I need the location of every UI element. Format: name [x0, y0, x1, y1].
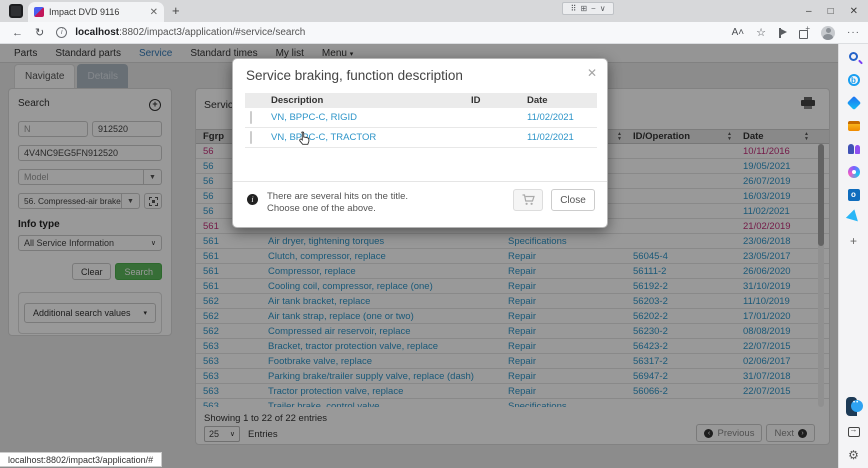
row-checkbox[interactable] [250, 131, 252, 144]
tab-title: Impact DVD 9116 [49, 7, 145, 17]
window-controls: – □ ✕ [806, 0, 864, 22]
browser-essentials-icon[interactable] [778, 28, 787, 38]
window-maximize-button[interactable]: □ [828, 6, 834, 17]
collections-icon[interactable] [799, 28, 809, 38]
people-icon[interactable] [846, 141, 861, 156]
row-checkbox[interactable] [250, 111, 252, 124]
grid-icon[interactable]: ⊞ [580, 4, 587, 13]
chevron-down-icon[interactable]: ∨ [600, 4, 606, 13]
open-sidebar-icon[interactable] [846, 424, 861, 439]
modal-title: Service braking, function description [246, 68, 463, 83]
copilot-icon[interactable]: b [846, 72, 861, 87]
outlook-icon[interactable]: o [846, 187, 861, 202]
address-input[interactable]: localhost:8802/impact3/application/#serv… [75, 27, 305, 38]
modal-divider [233, 181, 607, 182]
modal-col-description: Description [271, 95, 471, 106]
modal-col-id: ID [471, 95, 527, 106]
function-description-modal: Service braking, function description ✕ … [232, 58, 608, 228]
back-icon[interactable]: ← [12, 27, 23, 39]
more-menu-icon[interactable]: ··· [847, 27, 860, 38]
modal-table-header: Description ID Date [245, 93, 597, 108]
read-aloud-icon[interactable]: A˄ [732, 27, 745, 38]
designer-icon[interactable] [846, 164, 861, 179]
page-info-icon[interactable]: i [56, 27, 67, 38]
shopping-icon[interactable] [846, 95, 861, 110]
tab-close-icon[interactable]: ✕ [150, 7, 158, 18]
window-minimize-button[interactable]: – [806, 6, 812, 17]
favorites-icon[interactable]: ☆ [756, 26, 766, 39]
add-icon[interactable]: + [846, 233, 861, 248]
profile-avatar[interactable] [821, 26, 835, 40]
drop-icon[interactable] [846, 210, 861, 225]
mouse-cursor [298, 131, 311, 151]
cart-icon [522, 194, 535, 206]
drag-handle-icon[interactable]: ⠿ [570, 4, 576, 13]
window-close-button[interactable]: ✕ [850, 6, 858, 17]
browser-urlbar: ← ↻ i localhost:8802/impact3/application… [0, 22, 868, 44]
modal-close-button[interactable]: Close [551, 189, 595, 211]
modal-cell-date: 11/02/2021 [527, 132, 597, 143]
modal-cell-description[interactable]: VN, BPPC-C, RIGID [271, 112, 471, 123]
modal-table-row[interactable]: VN, BPPC-C, RIGID 11/02/2021 [245, 108, 597, 128]
edge-sidebar: b o + ⚙ [838, 44, 868, 468]
modal-cell-date: 11/02/2021 [527, 112, 597, 123]
teamviewer-icon[interactable] [846, 396, 861, 416]
modal-info-text: There are several hits on the title. Cho… [267, 191, 408, 215]
close-icon[interactable]: ✕ [587, 66, 597, 80]
info-icon: i [247, 194, 258, 205]
browser-tab[interactable]: Impact DVD 9116 ✕ [28, 2, 164, 22]
settings-gear-icon[interactable]: ⚙ [846, 447, 861, 462]
search-icon[interactable] [846, 49, 861, 64]
add-to-cart-button[interactable] [513, 189, 543, 211]
office-icon[interactable] [846, 118, 861, 133]
modal-col-date: Date [527, 95, 597, 106]
tab-favicon-icon [34, 7, 44, 17]
status-bar: localhost:8802/impact3/application/# [0, 452, 162, 467]
minimize-widget-icon[interactable]: − [591, 4, 596, 13]
new-tab-button[interactable]: + [172, 3, 180, 18]
screen-share-widget[interactable]: ⠿ ⊞ − ∨ [562, 2, 614, 15]
browser-titlebar: Impact DVD 9116 ✕ + ⠿ ⊞ − ∨ – □ ✕ [0, 0, 868, 22]
refresh-icon[interactable]: ↻ [35, 26, 44, 39]
screen: Parts Standard parts Service Standard ti… [0, 0, 868, 468]
workspaces-icon[interactable] [9, 4, 23, 18]
